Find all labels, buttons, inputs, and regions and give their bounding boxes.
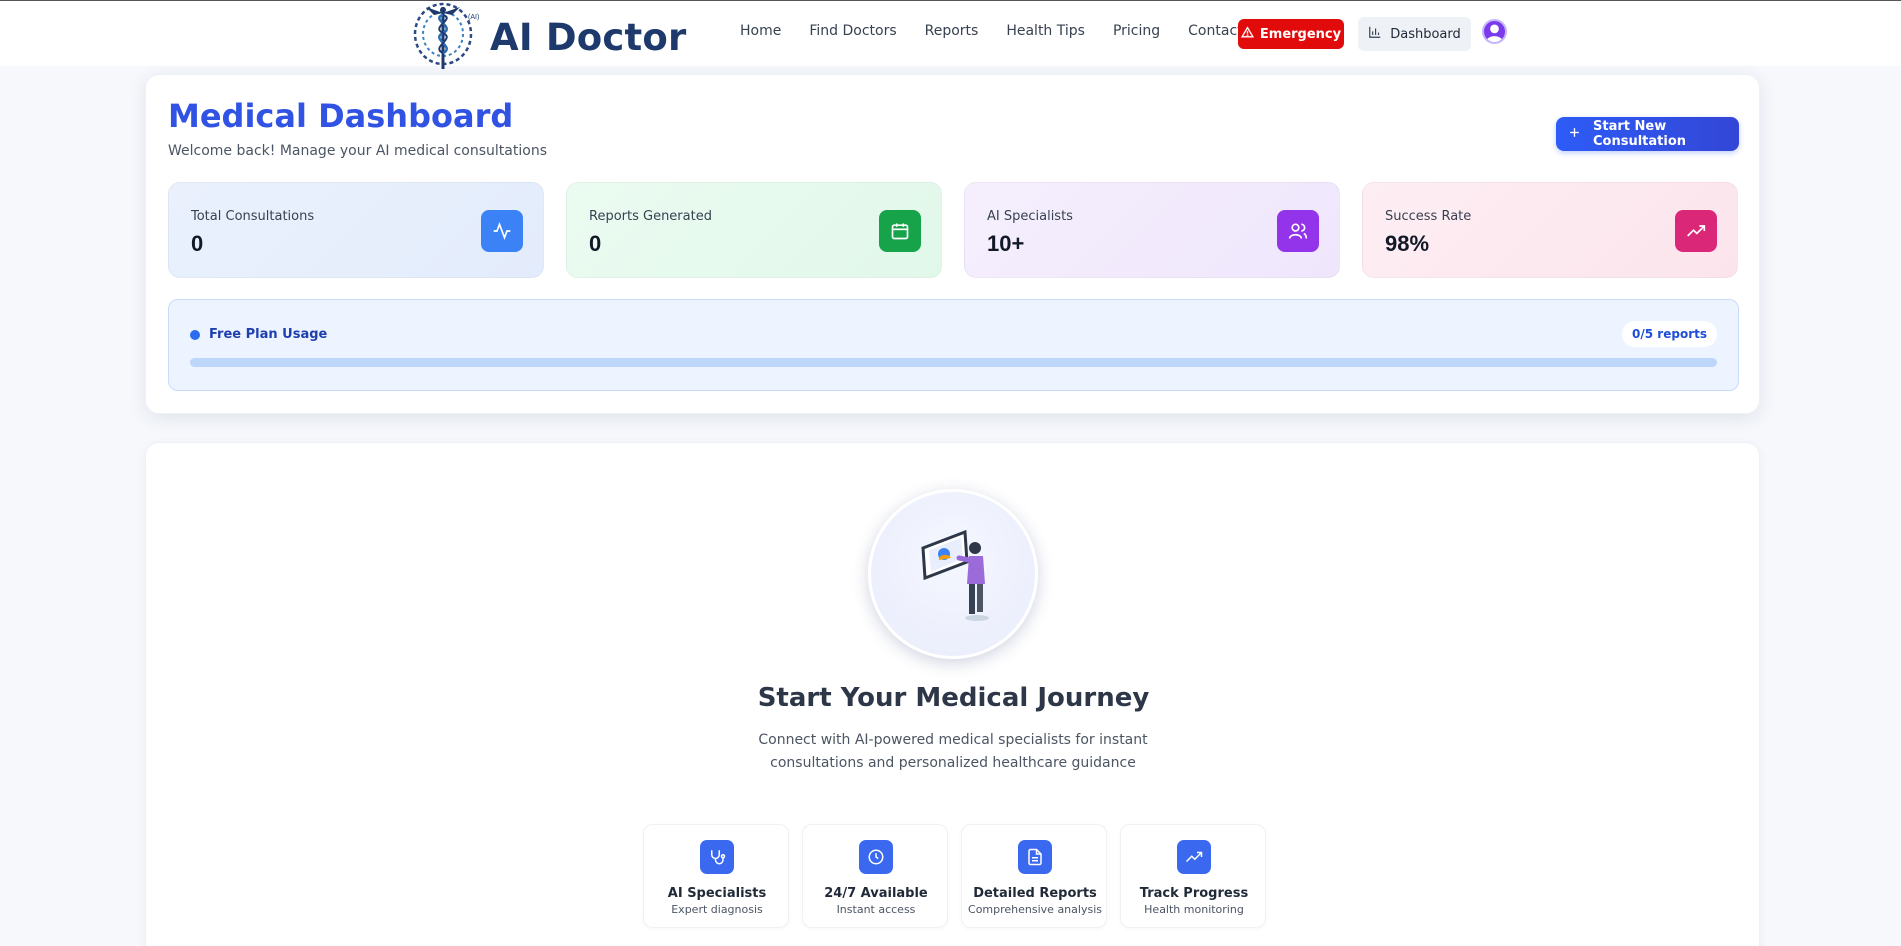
stat-success-rate: Success Rate 98%: [1362, 182, 1738, 278]
journey-description: Connect with AI-powered medical speciali…: [758, 732, 1148, 771]
feature-subtitle: Comprehensive analysis: [968, 903, 1102, 916]
ai-badge: (AI): [468, 14, 480, 21]
feature-title: 24/7 Available: [824, 886, 928, 901]
feature-subtitle: Expert diagnosis: [671, 903, 763, 916]
doctor-illustration: [868, 489, 1038, 659]
clock-icon: [859, 840, 893, 874]
stat-ai-specialists: AI Specialists 10+: [964, 182, 1340, 278]
feature-title: Detailed Reports: [973, 886, 1097, 901]
brand-logo[interactable]: (AI) AI Doctor: [412, 1, 687, 73]
bar-chart-icon: [1368, 25, 1382, 43]
emergency-label: Emergency: [1259, 26, 1342, 42]
dashboard-panel: Medical Dashboard Welcome back! Manage y…: [145, 74, 1760, 414]
usage-count-badge: 0/5 reports: [1622, 321, 1717, 347]
page-subtitle: Welcome back! Manage your AI medical con…: [168, 143, 547, 159]
feature-track-progress: Track Progress Health monitoring: [1120, 824, 1266, 928]
stat-total-consultations: Total Consultations 0: [168, 182, 544, 278]
start-new-consultation-button[interactable]: Start New Consultation: [1556, 117, 1739, 151]
alert-triangle-icon: [1240, 25, 1254, 43]
usage-label: Free Plan Usage: [209, 327, 328, 342]
trending-up-icon: [1177, 840, 1211, 874]
journey-title: Start Your Medical Journey: [757, 683, 1150, 713]
stethoscope-icon: [700, 840, 734, 874]
feature-subtitle: Instant access: [836, 903, 916, 916]
stat-value: 0: [191, 231, 204, 256]
stat-value: 10+: [987, 231, 1025, 256]
caduceus-brain-icon: (AI): [412, 1, 480, 73]
main-nav: Home Find Doctors Reports Health Tips Pr…: [740, 23, 1271, 39]
usage-indicator-dot: [190, 330, 200, 340]
feature-ai-specialists: AI Specialists Expert diagnosis: [643, 824, 789, 928]
stat-label: Success Rate: [1385, 209, 1472, 224]
stat-label: AI Specialists: [987, 209, 1073, 224]
trending-up-icon: [1675, 210, 1717, 252]
stat-value: 98%: [1385, 231, 1430, 256]
feature-subtitle: Health monitoring: [1144, 903, 1244, 916]
emergency-button[interactable]: Emergency: [1238, 19, 1344, 49]
free-plan-usage: Free Plan Usage 0/5 reports: [168, 299, 1739, 391]
page-title: Medical Dashboard: [168, 97, 514, 135]
nav-find-doctors[interactable]: Find Doctors: [809, 23, 896, 39]
nav-pricing[interactable]: Pricing: [1113, 23, 1160, 39]
stat-label: Reports Generated: [589, 209, 712, 224]
nav-health-tips[interactable]: Health Tips: [1006, 23, 1085, 39]
feature-title: AI Specialists: [667, 886, 767, 901]
journey-panel: Start Your Medical Journey Connect with …: [145, 442, 1760, 946]
plus-icon: [1568, 126, 1581, 143]
nav-reports[interactable]: Reports: [925, 23, 979, 39]
stat-label: Total Consultations: [191, 209, 315, 224]
feature-detailed-reports: Detailed Reports Comprehensive analysis: [961, 824, 1107, 928]
stat-reports-generated: Reports Generated 0: [566, 182, 942, 278]
nav-contact[interactable]: Contact: [1188, 23, 1242, 39]
feature-title: Track Progress: [1139, 886, 1249, 901]
users-icon: [1277, 210, 1319, 252]
dashboard-button[interactable]: Dashboard: [1358, 17, 1471, 51]
feature-24-7-available: 24/7 Available Instant access: [802, 824, 948, 928]
activity-icon: [481, 210, 523, 252]
dashboard-label: Dashboard: [1390, 26, 1461, 42]
user-avatar[interactable]: [1482, 19, 1507, 44]
file-text-icon: [1018, 840, 1052, 874]
start-new-consultation-label: Start New Consultation: [1593, 119, 1687, 149]
calendar-icon: [879, 210, 921, 252]
usage-progress-bar: [190, 358, 1717, 367]
nav-home[interactable]: Home: [740, 23, 781, 39]
top-navbar: (AI) AI Doctor Home Find Doctors Reports…: [0, 0, 1901, 69]
stat-value: 0: [589, 231, 602, 256]
brand-name: AI Doctor: [490, 15, 687, 59]
